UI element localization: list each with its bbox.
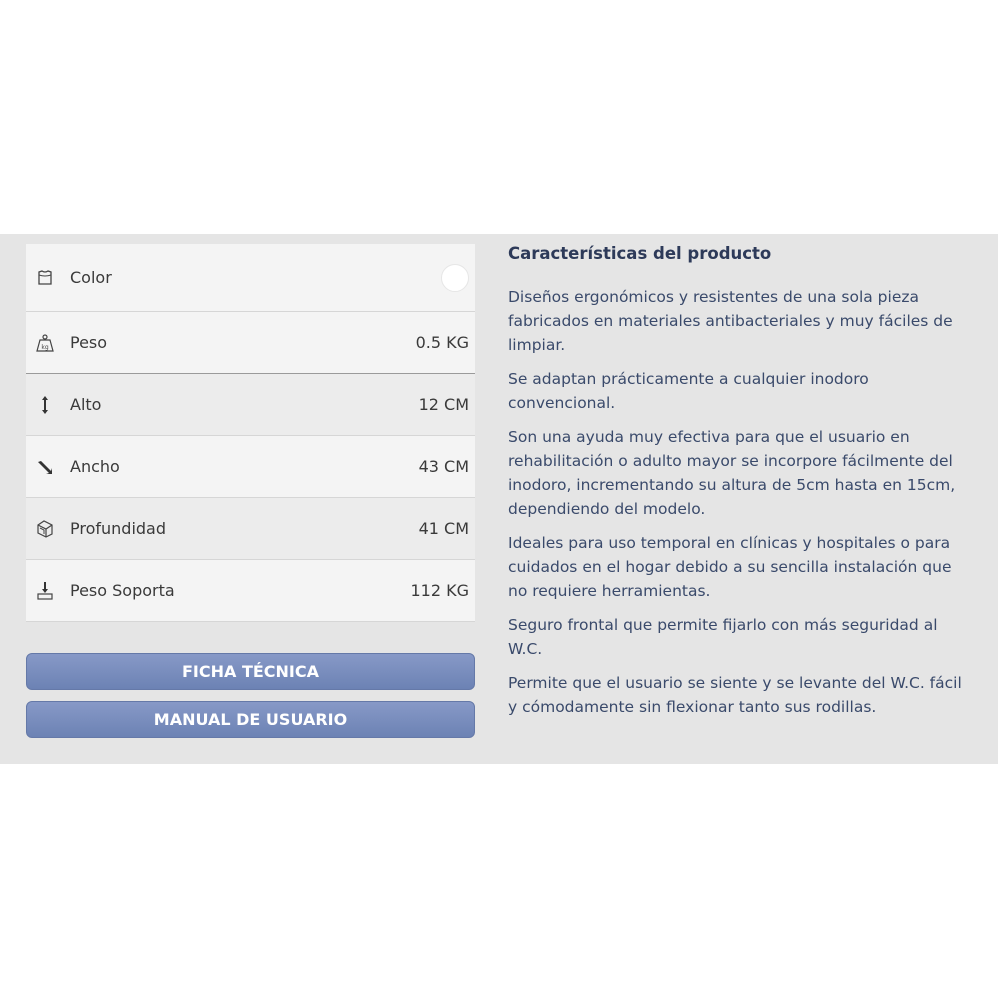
spec-row-alto: Alto 12 CM — [26, 374, 475, 436]
spec-value: 43 CM — [418, 457, 469, 476]
depth-box-icon — [35, 519, 55, 539]
description-paragraph: Son una ayuda muy efectiva para que el u… — [508, 428, 956, 518]
height-arrow-icon — [35, 395, 55, 415]
weight-kg-icon: kg — [35, 333, 55, 353]
shirt-icon — [35, 268, 55, 288]
color-swatch[interactable] — [441, 263, 469, 292]
spec-value: 12 CM — [418, 395, 469, 414]
description-paragraph: Diseños ergonómicos y resistentes de una… — [508, 288, 953, 354]
spec-label: Profundidad — [70, 519, 167, 538]
spec-label: Peso — [70, 333, 108, 352]
spec-row-profundidad: Profundidad 41 CM — [26, 498, 475, 560]
product-details-panel: Color kg Peso 0.5 KG Alto 12 CM Ancho 43… — [0, 234, 998, 764]
description-paragraph: Ideales para uso temporal en clínicas y … — [508, 534, 952, 600]
spec-row-color: Color — [26, 244, 475, 312]
spec-value: 41 CM — [418, 519, 469, 538]
description-paragraph: Seguro frontal que permite fijarlo con m… — [508, 616, 938, 658]
spec-value: 0.5 KG — [415, 333, 469, 352]
spec-row-peso-soporta: Peso Soporta 112 KG — [26, 560, 475, 622]
width-arrow-icon — [35, 457, 55, 477]
load-down-arrow-icon — [35, 581, 55, 601]
spec-value: 112 KG — [410, 581, 469, 600]
ficha-tecnica-button[interactable]: FICHA TÉCNICA — [26, 653, 475, 690]
manual-de-usuario-button[interactable]: MANUAL DE USUARIO — [26, 701, 475, 738]
specs-table: Color kg Peso 0.5 KG Alto 12 CM Ancho 43… — [26, 244, 475, 622]
spec-label: Color — [70, 268, 112, 287]
spec-label: Peso Soporta — [70, 581, 175, 600]
spec-row-ancho: Ancho 43 CM — [26, 436, 475, 498]
spec-row-peso: kg Peso 0.5 KG — [26, 312, 475, 374]
spec-label: Alto — [70, 395, 102, 414]
product-description: Características del producto Diseños erg… — [508, 244, 968, 729]
spec-label: Ancho — [70, 457, 120, 476]
svg-text:kg: kg — [41, 344, 48, 351]
description-title: Características del producto — [508, 244, 772, 263]
description-paragraph: Permite que el usuario se siente y se le… — [508, 674, 962, 716]
description-paragraph: Se adaptan prácticamente a cualquier ino… — [508, 370, 869, 412]
